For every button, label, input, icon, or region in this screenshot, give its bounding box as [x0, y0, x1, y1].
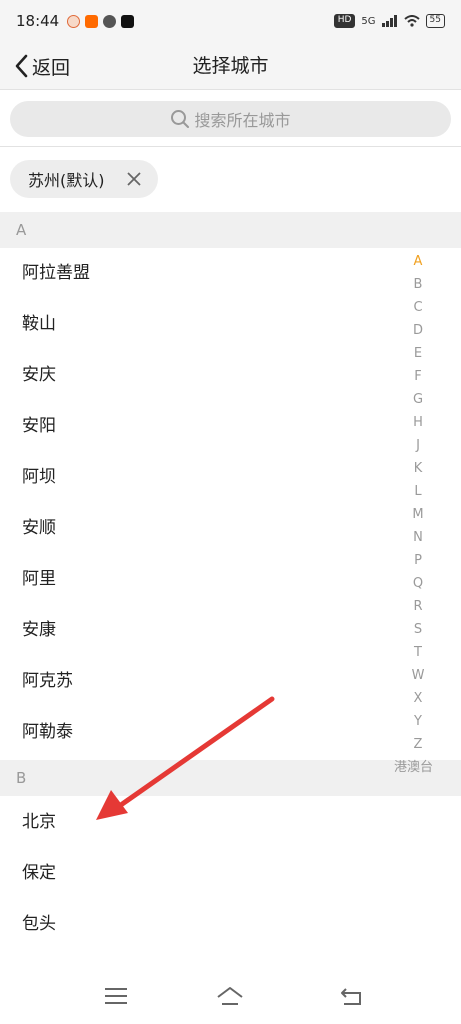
section-header-b: B: [0, 760, 461, 796]
index-letter-n[interactable]: N: [400, 526, 436, 549]
status-bar: 18:44 HD 5G 55: [0, 0, 461, 42]
current-city-chip[interactable]: 苏州(默认): [10, 160, 158, 198]
back-icon[interactable]: [338, 984, 366, 1008]
taobao-icon: [85, 14, 99, 28]
wifi-icon: [403, 15, 420, 27]
city-row[interactable]: 安顺: [0, 503, 461, 554]
notification-icons: [67, 14, 135, 28]
index-letter-x[interactable]: X: [400, 687, 436, 710]
home-icon[interactable]: [216, 984, 244, 1008]
city-row[interactable]: 安庆: [0, 350, 461, 401]
index-letter-m[interactable]: M: [400, 503, 436, 526]
search-icon: [171, 110, 190, 128]
index-letter-t[interactable]: T: [400, 641, 436, 664]
index-letter-l[interactable]: L: [400, 480, 436, 503]
index-letter-f[interactable]: F: [400, 365, 436, 388]
chevron-left-icon: [15, 54, 28, 78]
signal-icon: [381, 15, 397, 27]
search-area: 搜索所在城市: [0, 91, 461, 147]
city-row[interactable]: 保定: [0, 848, 461, 899]
city-row[interactable]: 阿里: [0, 554, 461, 605]
index-letter-k[interactable]: K: [400, 457, 436, 480]
city-row[interactable]: 阿勒泰: [0, 707, 461, 758]
index-letter-e[interactable]: E: [400, 342, 436, 365]
system-icons: HD 5G 55: [333, 14, 445, 28]
index-hk-macau-taiwan[interactable]: 港澳台: [394, 756, 433, 775]
city-row[interactable]: 鞍山: [0, 299, 461, 350]
tiktok-icon: [121, 14, 135, 28]
city-row[interactable]: 安康: [0, 605, 461, 656]
index-letter-q[interactable]: Q: [400, 572, 436, 595]
menu-icon[interactable]: [102, 984, 130, 1008]
index-letter-g[interactable]: G: [400, 388, 436, 411]
battery-icon: 55: [425, 14, 445, 28]
index-letter-h[interactable]: H: [400, 411, 436, 434]
app-icon: [103, 14, 117, 28]
weibo-icon: [67, 14, 81, 28]
network-label: 5G: [361, 15, 376, 27]
hd-icon: HD: [333, 14, 356, 28]
index-letter-w[interactable]: W: [400, 664, 436, 687]
city-row[interactable]: 安阳: [0, 401, 461, 452]
back-button[interactable]: 返回: [14, 52, 70, 80]
index-letter-z[interactable]: Z: [400, 733, 436, 756]
city-row[interactable]: 北京: [0, 797, 461, 848]
close-icon[interactable]: [124, 169, 144, 189]
search-input[interactable]: 搜索所在城市: [10, 101, 451, 137]
index-letter-a[interactable]: A: [400, 250, 436, 273]
search-placeholder: 搜索所在城市: [194, 111, 291, 130]
navigation-bar: 返回 选择城市: [0, 42, 461, 90]
index-letter-r[interactable]: R: [400, 595, 436, 618]
section-header-a: A: [0, 212, 461, 248]
index-letter-p[interactable]: P: [400, 549, 436, 572]
alphabet-index-bar[interactable]: A B C D E F G H J K L M N P Q R S T W X …: [394, 250, 436, 775]
index-letter-b[interactable]: B: [400, 273, 436, 296]
system-navigation-bar: [0, 968, 461, 1024]
index-letter-j[interactable]: J: [400, 434, 436, 457]
city-row[interactable]: 阿克苏: [0, 656, 461, 707]
index-letter-s[interactable]: S: [400, 618, 436, 641]
back-label: 返回: [32, 56, 71, 79]
index-letter-c[interactable]: C: [400, 296, 436, 319]
city-row[interactable]: 包头: [0, 899, 461, 950]
index-letter-d[interactable]: D: [400, 319, 436, 342]
city-row[interactable]: 阿拉善盟: [0, 248, 461, 299]
index-letter-y[interactable]: Y: [400, 710, 436, 733]
city-row[interactable]: 阿坝: [0, 452, 461, 503]
status-time: 18:44: [16, 12, 60, 30]
current-city-label: 苏州(默认): [28, 171, 105, 190]
